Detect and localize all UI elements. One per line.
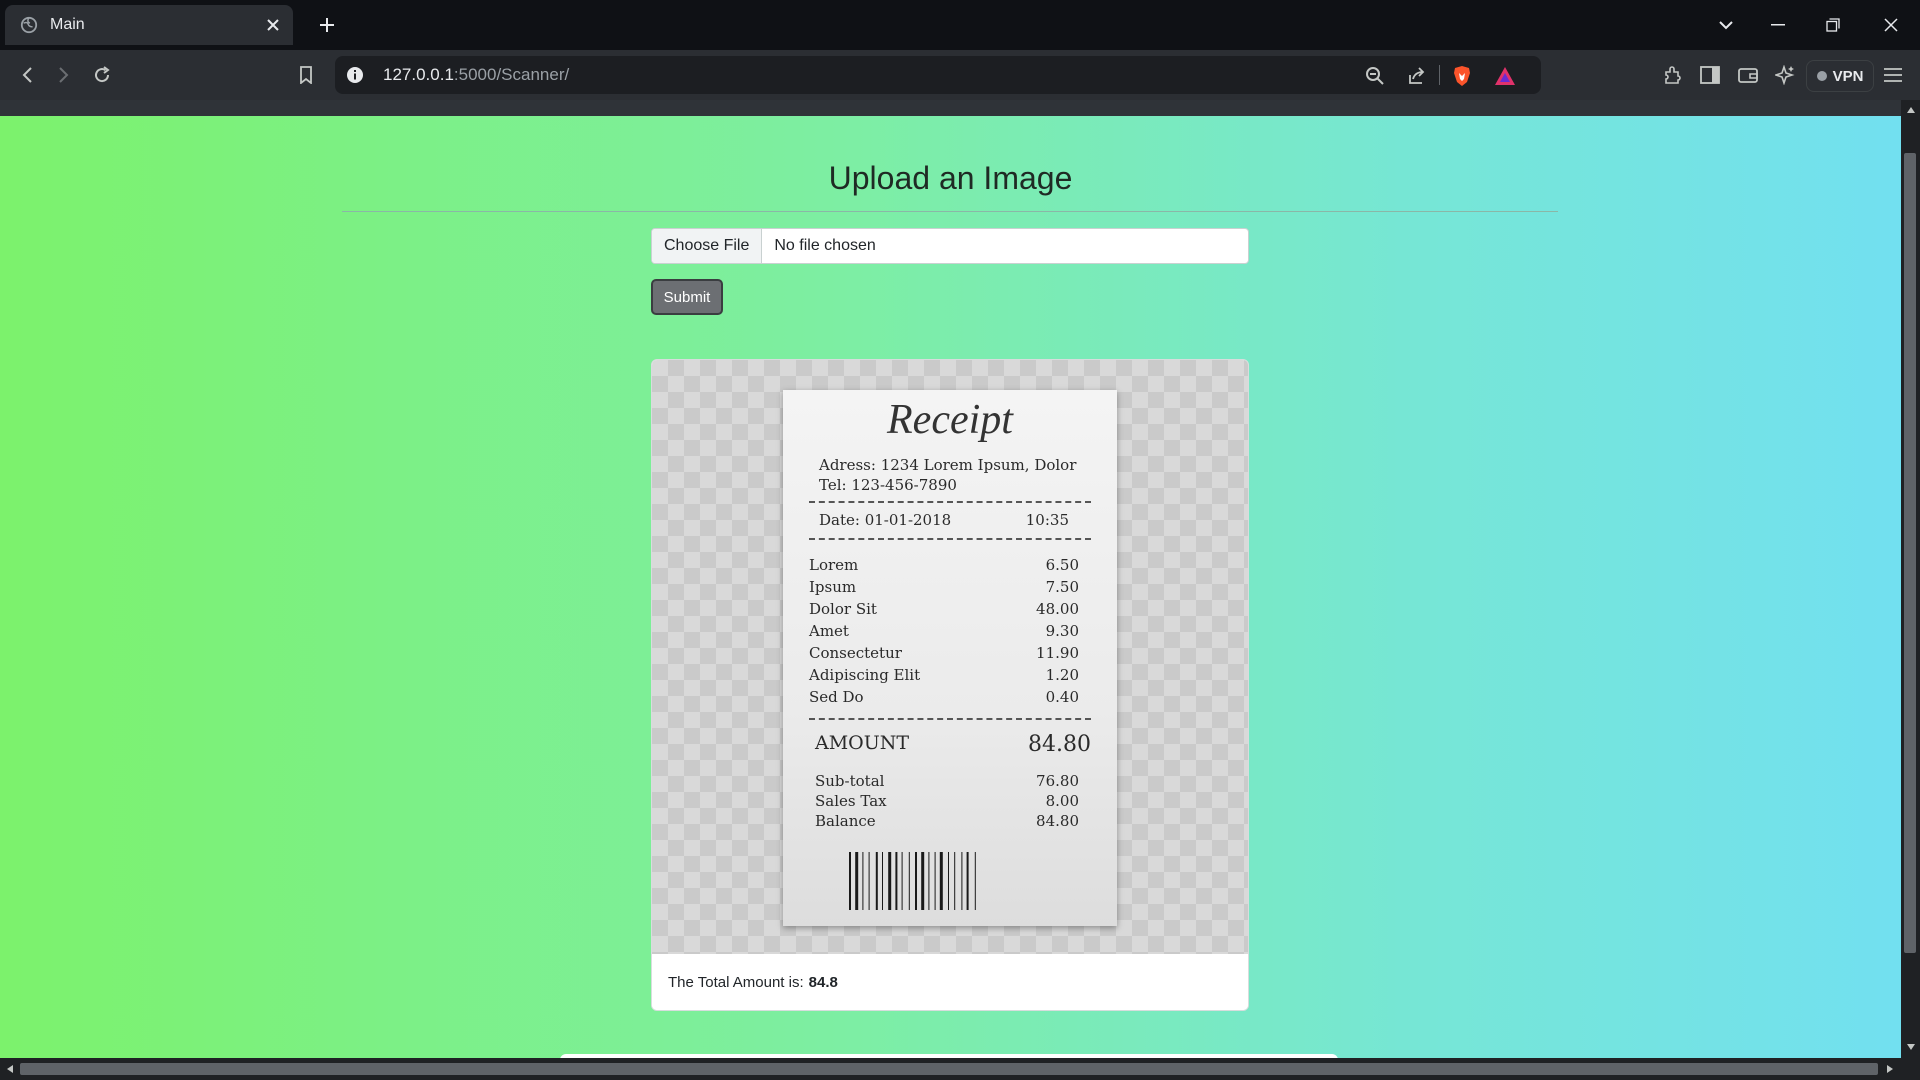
balance-label: Balance [815, 812, 876, 830]
item-price: 0.40 [1045, 688, 1079, 706]
new-tab-button[interactable] [312, 10, 342, 40]
result-label: The Total Amount is: [668, 973, 804, 991]
tax-label: Sales Tax [815, 792, 887, 810]
page-viewport: Upload an Image Choose File No file chos… [0, 116, 1901, 1058]
receipt-item-row: Amet 9.30 [809, 622, 1079, 640]
subtotal-label: Sub-total [815, 772, 885, 790]
heading-divider [342, 211, 1558, 212]
minimize-icon[interactable] [1755, 0, 1801, 50]
receipt-balance-row: Balance 84.80 [815, 812, 1079, 830]
sidebar-icon[interactable] [1696, 61, 1724, 89]
item-name: Consectetur [809, 644, 902, 662]
scroll-right-icon[interactable] [1883, 1062, 1897, 1076]
url-host: 127.0.0.1 [383, 65, 454, 84]
result-value: 84.8 [808, 973, 838, 991]
back-icon[interactable] [13, 61, 41, 89]
restore-icon[interactable] [1810, 0, 1856, 50]
menu-icon[interactable] [1879, 61, 1907, 89]
horizontal-scroll-thumb[interactable] [20, 1063, 1878, 1075]
result-footer: The Total Amount is: 84.8 [652, 954, 1248, 1010]
receipt-amount-row: AMOUNT 84.80 [815, 732, 1091, 757]
item-price: 7.50 [1045, 578, 1079, 596]
item-name: Sed Do [809, 688, 864, 706]
receipt-tel: Tel: 123-456-7890 [819, 476, 957, 494]
file-status-text: No file chosen [774, 237, 876, 254]
share-icon[interactable] [1405, 64, 1429, 88]
address-bar[interactable]: 127.0.0.1:5000/Scanner/ [335, 56, 1541, 94]
omnibox-divider [1439, 65, 1440, 85]
receipt-time: 10:35 [1025, 511, 1069, 529]
url-text[interactable]: 127.0.0.1:5000/Scanner/ [383, 65, 569, 85]
receipt-item-row: Ipsum 7.50 [809, 578, 1079, 596]
item-price: 48.00 [1036, 600, 1079, 618]
leo-ai-icon[interactable] [1771, 61, 1799, 89]
receipt-subtotal-row: Sub-total 76.80 [815, 772, 1079, 790]
site-info-icon[interactable] [345, 65, 365, 85]
forward-icon[interactable] [50, 61, 78, 89]
file-upload-input[interactable]: Choose File No file chosen [651, 228, 1249, 264]
receipt-address: Adress: 1234 Lorem Ipsum, Dolor [819, 456, 1077, 474]
item-name: Amet [809, 622, 849, 640]
reload-icon[interactable] [88, 61, 116, 89]
receipt-divider [809, 501, 1091, 503]
browser-tab-main[interactable]: Main [5, 5, 293, 45]
result-card: Receipt Adress: 1234 Lorem Ipsum, Dolor … [651, 359, 1249, 1011]
submit-button[interactable]: Submit [651, 279, 723, 315]
receipt-divider [809, 718, 1091, 720]
balance-value: 84.80 [1036, 812, 1079, 830]
receipt-item-row: Adipiscing Elit 1.20 [809, 666, 1079, 684]
receipt-date: Date: 01-01-2018 [819, 511, 952, 529]
choose-file-button[interactable]: Choose File [652, 229, 763, 263]
brave-rewards-icon[interactable] [1493, 64, 1517, 88]
tab-strip: Main [0, 0, 1920, 50]
item-name: Ipsum [809, 578, 857, 596]
receipt-title: Receipt [887, 397, 1013, 443]
tab-list-chevron-icon[interactable] [1703, 0, 1749, 50]
vpn-button[interactable]: VPN [1806, 60, 1874, 92]
item-name: Dolor Sit [809, 600, 877, 618]
receipt-divider [809, 538, 1091, 540]
receipt-item-row: Dolor Sit 48.00 [809, 600, 1079, 618]
item-price: 1.20 [1045, 666, 1079, 684]
barcode-icon [849, 852, 976, 910]
vertical-scroll-thumb[interactable] [1904, 153, 1916, 953]
tax-value: 8.00 [1045, 792, 1079, 810]
receipt-tax-row: Sales Tax 8.00 [815, 792, 1079, 810]
item-name: Adipiscing Elit [809, 666, 921, 684]
extensions-icon[interactable] [1659, 61, 1687, 89]
receipt-item-row: Consectetur 11.90 [809, 644, 1079, 662]
toolbar-bottom-edge [0, 100, 1920, 116]
receipt-date-row: Date: 01-01-2018 10:35 [819, 511, 1069, 529]
amount-label: AMOUNT [815, 732, 910, 754]
item-price: 6.50 [1045, 556, 1079, 574]
vpn-label: VPN [1832, 67, 1864, 85]
wallet-icon[interactable] [1734, 61, 1762, 89]
url-path: :5000/Scanner/ [453, 65, 570, 84]
close-window-icon[interactable] [1868, 0, 1914, 50]
receipt-paper: Receipt Adress: 1234 Lorem Ipsum, Dolor … [783, 390, 1117, 926]
scroll-up-icon[interactable] [1904, 103, 1918, 117]
uploaded-receipt-image: Receipt Adress: 1234 Lorem Ipsum, Dolor … [652, 360, 1248, 954]
tab-title: Main [50, 16, 85, 33]
item-name: Lorem [809, 556, 859, 574]
bookmark-icon[interactable] [292, 61, 320, 89]
vpn-status-icon [1816, 71, 1827, 81]
close-tab-icon[interactable] [259, 11, 287, 39]
brave-shields-icon[interactable] [1450, 64, 1474, 88]
globe-icon [20, 16, 38, 34]
zoom-icon[interactable] [1363, 64, 1387, 88]
receipt-item-row: Lorem 6.50 [809, 556, 1079, 574]
subtotal-value: 76.80 [1036, 772, 1079, 790]
receipt-item-row: Sed Do 0.40 [809, 688, 1079, 706]
page-title: Upload an Image [828, 160, 1073, 196]
item-price: 9.30 [1045, 622, 1079, 640]
scroll-left-icon[interactable] [3, 1062, 17, 1076]
amount-value: 84.80 [1028, 732, 1091, 757]
item-price: 11.90 [1036, 644, 1079, 662]
scroll-down-icon[interactable] [1904, 1040, 1918, 1054]
